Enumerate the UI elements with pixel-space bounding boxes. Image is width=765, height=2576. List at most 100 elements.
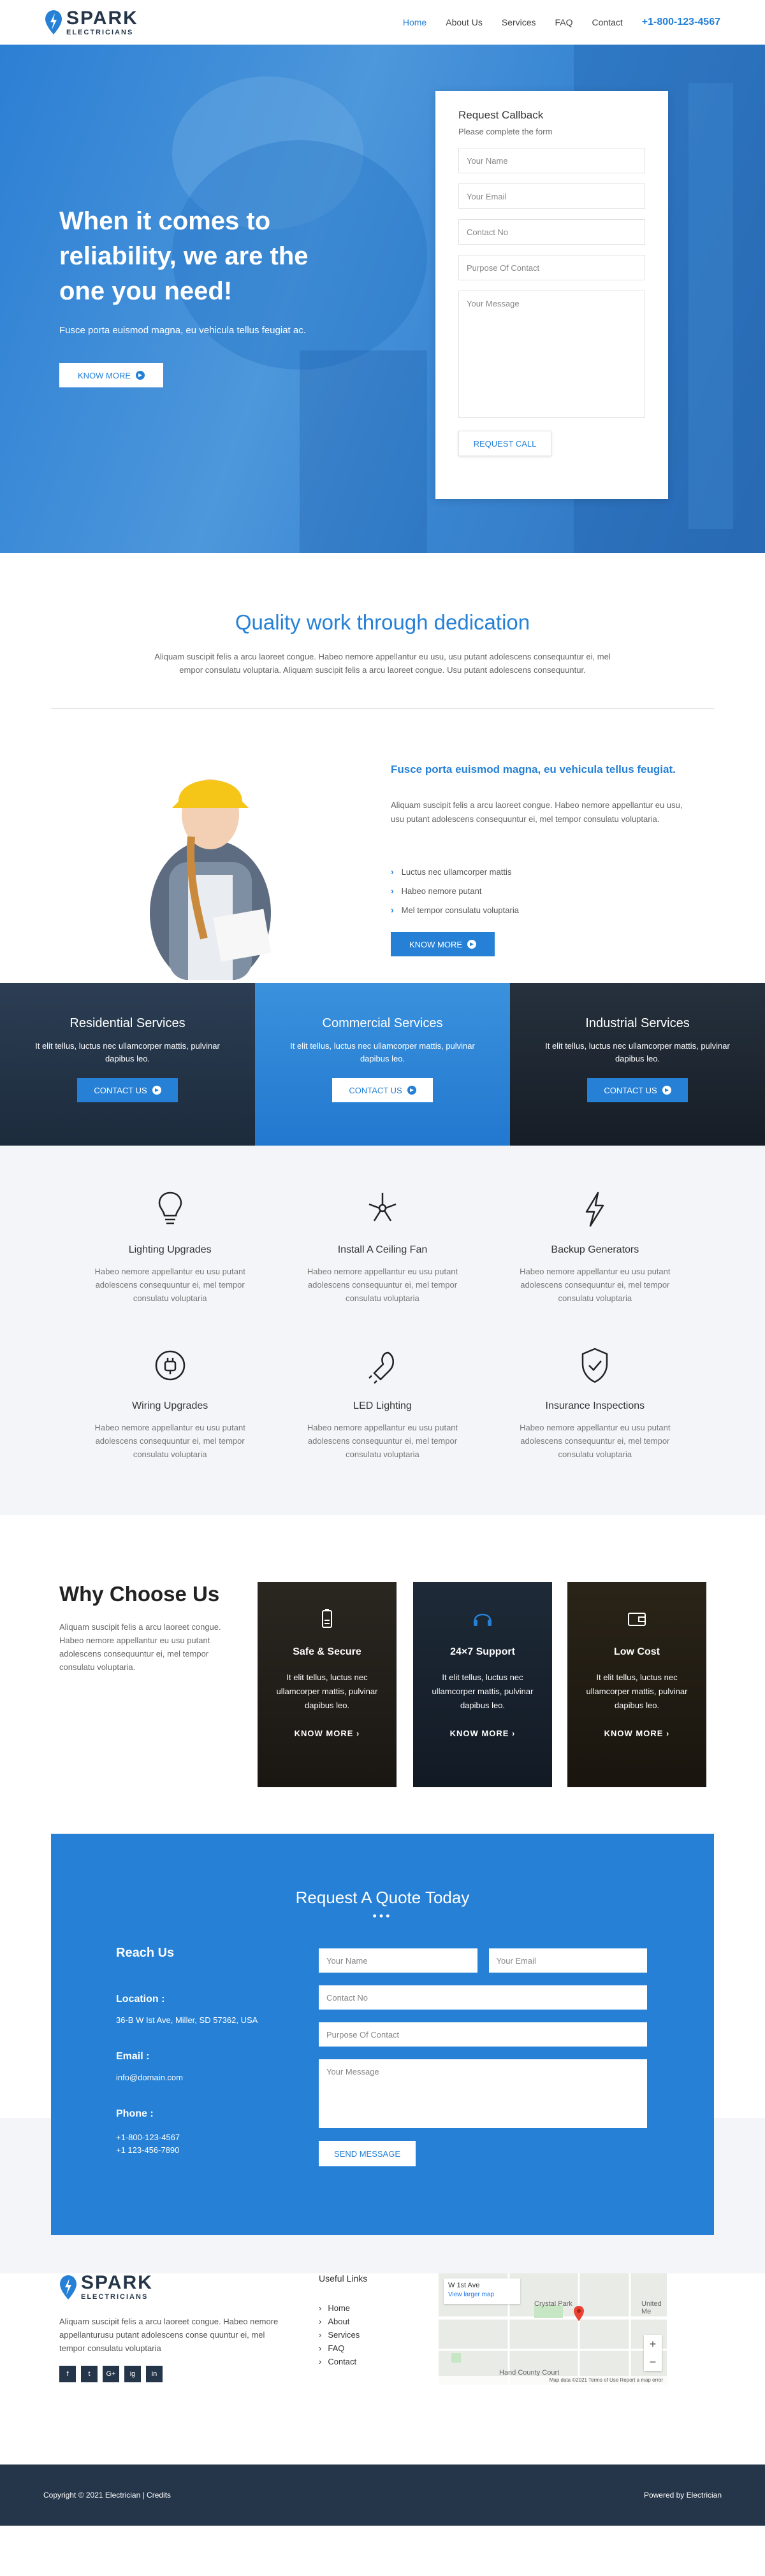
link-label: About bbox=[328, 2317, 350, 2326]
chevron-right-icon: › bbox=[391, 905, 394, 915]
location-value: 36-B W Ist Ave, Miller, SD 57362, USA bbox=[116, 2015, 258, 2025]
phone-value-1[interactable]: +1-800-123-4567 bbox=[116, 2131, 275, 2144]
hero-know-more-button[interactable]: KNOW MORE bbox=[59, 363, 163, 387]
grid-item: Install A Ceiling Fan Habeo nemore appel… bbox=[276, 1190, 488, 1305]
phone-value-2[interactable]: +1 123-456-7890 bbox=[116, 2144, 275, 2157]
why-choose-us-section: Why Choose Us Aliquam suscipit felis a a… bbox=[0, 1515, 765, 1834]
residential-contact-button[interactable]: CONTACT US bbox=[77, 1078, 178, 1102]
grid-item-title: LED Lighting bbox=[353, 1400, 412, 1411]
google-plus-icon[interactable]: G+ bbox=[103, 2366, 119, 2382]
logo[interactable]: SPARK ELECTRICIANS bbox=[45, 8, 138, 36]
footer-link-home[interactable]: › Home bbox=[319, 2301, 367, 2315]
zoom-in-icon[interactable]: + bbox=[644, 2335, 662, 2353]
led-bulb-icon bbox=[368, 1351, 394, 1384]
twitter-icon[interactable]: t bbox=[81, 2366, 98, 2382]
feature-text: Aliquam suscipit felis a arcu laoreet co… bbox=[391, 800, 683, 824]
send-message-button[interactable]: SEND MESSAGE bbox=[319, 2141, 416, 2166]
reach-title: Reach Us bbox=[116, 1946, 175, 1960]
commercial-contact-button[interactable]: CONTACT US bbox=[332, 1078, 433, 1102]
nav-home[interactable]: Home bbox=[403, 17, 426, 27]
linkedin-icon[interactable]: in bbox=[146, 2366, 163, 2382]
request-call-button[interactable]: REQUEST CALL bbox=[458, 431, 551, 456]
callback-name-input[interactable]: Your Name bbox=[458, 148, 645, 173]
chevron-right-icon: › bbox=[319, 2303, 322, 2313]
footer-link-services[interactable]: › Services bbox=[319, 2328, 367, 2342]
contact-button-label: CONTACT US bbox=[94, 1085, 147, 1095]
embedded-map[interactable]: W 1st Ave View larger map Crystal Park H… bbox=[439, 2273, 667, 2385]
nav-about[interactable]: About Us bbox=[446, 17, 483, 27]
quote-purpose-input[interactable]: Purpose Of Contact bbox=[319, 2022, 647, 2047]
footer-logo[interactable]: SPARK ELECTRICIANS bbox=[59, 2273, 153, 2301]
lightning-bolt-icon bbox=[586, 1191, 604, 1227]
nav-phone[interactable]: +1-800-123-4567 bbox=[642, 17, 720, 28]
arrow-circle-icon bbox=[662, 1086, 671, 1095]
list-item: › Habeo nemore putant bbox=[391, 881, 519, 900]
callback-message-textarea[interactable]: Your Message bbox=[458, 291, 645, 418]
card-text: It elit tellus, luctus nec ullamcorper m… bbox=[432, 1673, 534, 1710]
nav-services[interactable]: Services bbox=[502, 17, 536, 27]
card-know-more-link[interactable]: KNOW MORE › bbox=[567, 1729, 706, 1738]
list-item-label: Luctus nec ullamcorper mattis bbox=[401, 867, 512, 877]
map-zoom-control[interactable]: + − bbox=[644, 2335, 662, 2371]
card-link-label: KNOW MORE bbox=[604, 1729, 664, 1738]
list-item-label: Habeo nemore putant bbox=[401, 886, 482, 896]
industrial-contact-button[interactable]: CONTACT US bbox=[587, 1078, 688, 1102]
card-link-label: KNOW MORE bbox=[294, 1729, 354, 1738]
grid-item: Wiring Upgrades Habeo nemore appellantur… bbox=[64, 1346, 276, 1461]
card-know-more-link[interactable]: KNOW MORE › bbox=[413, 1729, 552, 1738]
service-card-residential: Residential Services It elit tellus, luc… bbox=[0, 983, 255, 1146]
callback-contact-input[interactable]: Contact No bbox=[458, 219, 645, 245]
arrow-circle-icon bbox=[467, 940, 477, 949]
view-larger-map-link[interactable]: View larger map bbox=[448, 2291, 516, 2298]
hero-section: When it comes to reliability, we are the… bbox=[0, 45, 765, 553]
powered-by-text: Powered by Electrician bbox=[643, 2491, 722, 2500]
spark-logo-icon bbox=[60, 2275, 76, 2299]
footer-link-faq[interactable]: › FAQ bbox=[319, 2342, 367, 2355]
service-text: It elit tellus, luctus nec ullamcorper m… bbox=[35, 1041, 220, 1063]
nav-faq[interactable]: FAQ bbox=[555, 17, 573, 27]
wallet-icon bbox=[628, 1613, 646, 1626]
map-place: W 1st Ave bbox=[448, 2282, 480, 2289]
electrician-worker-image bbox=[150, 779, 272, 980]
link-label: Contact bbox=[328, 2357, 357, 2366]
feature-know-more-button[interactable]: KNOW MORE bbox=[391, 932, 495, 956]
site-header: SPARK ELECTRICIANS Home About Us Service… bbox=[0, 0, 765, 45]
email-value[interactable]: info@domain.com bbox=[116, 2071, 275, 2084]
footer-link-about[interactable]: › About bbox=[319, 2315, 367, 2328]
chevron-right-icon: › bbox=[356, 1729, 360, 1738]
quote-message-textarea[interactable]: Your Message bbox=[319, 2059, 647, 2128]
facebook-icon[interactable]: f bbox=[59, 2366, 76, 2382]
why-text: Aliquam suscipit felis a arcu laoreet co… bbox=[59, 1622, 221, 1672]
shield-check-icon bbox=[582, 1348, 608, 1383]
grid-item: LED Lighting Habeo nemore appellantur eu… bbox=[276, 1346, 488, 1461]
quote-email-input[interactable]: Your Email bbox=[488, 1948, 647, 1973]
service-title: Residential Services bbox=[69, 1016, 186, 1030]
site-footer: SPARK ELECTRICIANS Aliquam suscipit feli… bbox=[0, 2273, 765, 2464]
footer-link-contact[interactable]: › Contact bbox=[319, 2355, 367, 2368]
quote-name-input[interactable]: Your Name bbox=[319, 1948, 477, 1973]
callback-purpose-input[interactable]: Purpose Of Contact bbox=[458, 255, 645, 280]
nav-contact[interactable]: Contact bbox=[592, 17, 623, 27]
feature-title: Fusce porta euismod magna, eu vehicula t… bbox=[391, 763, 676, 775]
callback-form: Request Callback Please complete the for… bbox=[435, 91, 668, 499]
quote-panel: Request A Quote Today ••• Reach Us Locat… bbox=[51, 1834, 714, 2235]
quote-contact-input[interactable]: Contact No bbox=[319, 1985, 647, 2010]
zoom-out-icon[interactable]: − bbox=[644, 2353, 662, 2371]
grid-item: Lighting Upgrades Habeo nemore appellant… bbox=[64, 1190, 276, 1305]
callback-email-input[interactable]: Your Email bbox=[458, 183, 645, 209]
brand-sub: ELECTRICIANS bbox=[81, 2293, 149, 2301]
instagram-icon[interactable]: ig bbox=[124, 2366, 141, 2382]
grid-item-text: Habeo nemore appellantur eu usu putant a… bbox=[94, 1267, 245, 1303]
quote-section: Request A Quote Today ••• Reach Us Locat… bbox=[0, 1834, 765, 2273]
grid-item-text: Habeo nemore appellantur eu usu putant a… bbox=[307, 1267, 458, 1303]
map-label: United Me bbox=[641, 2300, 662, 2315]
feature-section: Fusce porta euismod magna, eu vehicula t… bbox=[0, 709, 765, 983]
service-text: It elit tellus, luctus nec ullamcorper m… bbox=[545, 1041, 730, 1063]
quality-section: Quality work through dedication Aliquam … bbox=[0, 553, 765, 709]
features-grid: Lighting Upgrades Habeo nemore appellant… bbox=[0, 1146, 765, 1515]
chevron-right-icon: › bbox=[319, 2317, 322, 2326]
reach-us: Reach Us Location : 36-B W Ist Ave, Mill… bbox=[116, 1946, 275, 2157]
why-card-safe: Safe & Secure It elit tellus, luctus nec… bbox=[258, 1582, 397, 1787]
service-title: Commercial Services bbox=[322, 1016, 443, 1030]
card-know-more-link[interactable]: KNOW MORE › bbox=[258, 1729, 397, 1738]
